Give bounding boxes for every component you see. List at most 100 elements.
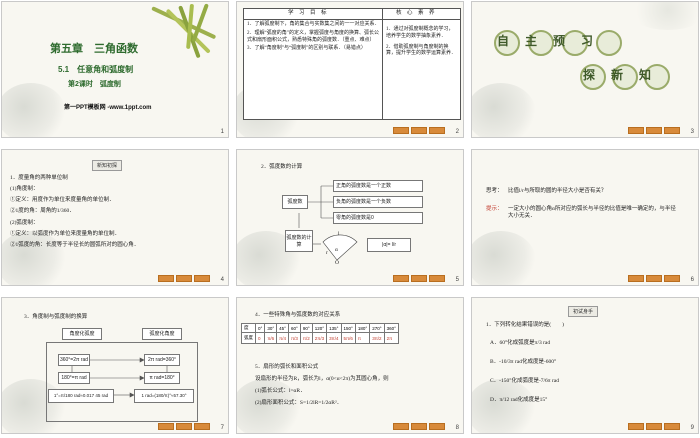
slide-number: 5 [455, 277, 459, 283]
sector-heading: 5．扇形的弧长和面积公式 [255, 364, 319, 370]
radian-box: 弧度数 [282, 195, 308, 209]
ink-wash-decoration [472, 379, 536, 433]
radian-row: 弧度 0 π/6 π/4 π/3 π/2 2π/3 3π/4 5π/6 π 3π… [241, 332, 399, 344]
positive-angle-box: 正角的弧度数是一个正数 [333, 180, 423, 192]
ink-wash-decoration [472, 231, 536, 285]
row-1-right: 2π rad=360° [144, 354, 180, 366]
hint-text: 一定大小的圆心角α所对应的弧长与半径的比值是唯一确定的，与半径大小无关． [508, 206, 676, 220]
rad-cell: 5π/6 [340, 332, 356, 344]
option-d: D．π/12 rad化成度是15° [490, 397, 548, 403]
sector-area-formula: (2)扇形面积公式：S=1/2lR=1/2αR²． [255, 400, 343, 406]
slide-2[interactable]: 学 习 目 标 核 心 素 养 1．了解弧度制下，角的集合与实数集之间的一一对应… [236, 1, 464, 138]
question: 1．下列转化结果错误的是( ) [486, 322, 564, 328]
literacy-col: 1．通过对弧度制概念的学习，培养学生的数学抽象素养． 2．借助弧度制与角度制的换… [386, 27, 456, 58]
nav-buttons[interactable] [158, 275, 210, 282]
slide-3[interactable]: 自 主 预 习 探 新 知 3 [471, 1, 699, 138]
slide-4[interactable]: 新知初探 1．度量角的两种单位制 (1)角度制： ①定义：用度作为单位来度量角的… [1, 149, 229, 286]
rad-cell: π/3 [288, 332, 301, 344]
deg-cell: 270° [369, 323, 385, 333]
nav-buttons[interactable] [628, 275, 680, 282]
radius-label-r: r [326, 250, 328, 256]
deg-cell: 180° [354, 323, 371, 333]
slide-5[interactable]: 2．弧度数的计算 弧度数 弧度数的计算 正角的弧度数是一个正数 负角的弧度数是一… [236, 149, 464, 286]
col2-header: 核 心 素 养 [396, 10, 435, 16]
negative-angle-box: 负角的弧度数是一个负数 [333, 196, 423, 208]
slide-1[interactable]: 第五章 三角函数 5.1 任意角和弧度制 第2课时 弧度制 第一PPT模板网 -… [1, 1, 229, 138]
rad-cell: π [354, 332, 371, 344]
slide-number: 2 [455, 129, 459, 135]
literacy-2: 2．借助弧度制与角度制的换算，提升学生的数学运算素养． [386, 44, 457, 57]
rad-label: 弧度 [241, 332, 256, 344]
line-6: ①定义：以弧度作为单位来度量角的单位制． [10, 231, 121, 237]
deg-cell: 360° [383, 323, 399, 333]
center-label-o: O [335, 260, 339, 266]
line-2: (1)角度制： [10, 186, 39, 192]
deg-cell: 45° [276, 323, 290, 333]
row-3-right: 1 rad=(180/π)°≈57.30° [134, 389, 194, 403]
nav-buttons[interactable] [628, 127, 680, 134]
slide-number: 9 [690, 425, 694, 431]
slide-9[interactable]: 初试身手 1．下列转化结果错误的是( ) A．60°化成弧度是π/3 rad B… [471, 297, 699, 434]
goal-1: 1．了解弧度制下，角的集合与实数集之间的一一对应关系． [247, 22, 380, 27]
think-label: 思考： [486, 188, 503, 194]
deg-cell: 30° [264, 323, 278, 333]
zero-angle-box: 零角的弧度数是0 [333, 212, 423, 224]
subsection-title: 第2课时 弧度制 [68, 81, 121, 88]
literacy-1: 1．通过对弧度制概念的学习，培养学生的数学抽象素养． [386, 27, 454, 39]
line-1: 1．度量角的两种单位制 [10, 175, 68, 181]
sector-setup: 设扇形的半径为R，弧长为l，α(0<α<2π)为其圆心角，则 [255, 376, 389, 382]
option-c: C．-150°化成弧度是-7/6π rad [490, 378, 559, 384]
nav-buttons[interactable] [393, 127, 445, 134]
rad-cell: 3π/2 [369, 332, 385, 344]
line-4: ②1度的角：周角的1/360． [10, 208, 75, 214]
line-7: ②1弧度的角：长度等于半径长的圆弧所对的圆心角． [10, 242, 140, 248]
slide-number: 3 [690, 129, 694, 135]
nav-buttons[interactable] [393, 423, 445, 430]
arrow-lines [71, 357, 168, 398]
slide-number: 6 [690, 277, 694, 283]
ink-wash-decoration [628, 2, 698, 30]
slide-7[interactable]: 3．角度制与弧度制的换算 角度化弧度 弧度化角度 360°=2π rad 2π … [1, 297, 229, 434]
hint-label: 提示： [486, 206, 503, 212]
nav-buttons[interactable] [158, 423, 210, 430]
ink-wash-decoration [2, 83, 66, 137]
explore-title: 探 新 知 [583, 68, 654, 82]
sector-shape [322, 234, 358, 261]
think-text: 比值l/r与所取的圆的半径大小是否有关？ [508, 188, 607, 194]
rad-cell: π/6 [264, 332, 278, 344]
line-5: (2)弧度制： [10, 220, 39, 226]
deg-cell: 60° [288, 323, 301, 333]
degree-row: 度 0° 30° 45° 60° 90° 120° 135° 150° 180°… [241, 323, 399, 333]
line-3: ①定义：用度作为单位来度量角的单位制． [10, 197, 115, 203]
formula-box: |α|= l/r [367, 238, 411, 252]
rad-cell: 2π/3 [311, 332, 328, 344]
nav-buttons[interactable] [393, 275, 445, 282]
deg-cell: 135° [326, 323, 342, 333]
goal-2: 2．理解“弧度的角”的定义，掌握弧度与角度的换算、弧长公式和扇形面积公式，熟悉特… [247, 30, 379, 43]
arc-length-formula: (1)弧长公式：l=αR． [255, 388, 306, 394]
goal-3: 3．了解“角度制”与“弧度制”的区别与联系．（易错点） [247, 46, 366, 52]
deg-cell: 90° [299, 323, 313, 333]
row-2-left: 180°=π rad [58, 372, 90, 384]
section-tag: 新知初探 [92, 160, 123, 171]
slide-number: 7 [220, 425, 224, 431]
special-angle-table: 度 0° 30° 45° 60° 90° 120° 135° 150° 180°… [241, 323, 399, 344]
slide-number: 8 [455, 425, 459, 431]
nav-buttons[interactable] [628, 423, 680, 430]
angle-label-alpha: α [335, 247, 338, 253]
chapter-title: 第五章 三角函数 [50, 43, 138, 55]
deg-cell: 120° [311, 323, 328, 333]
slide-6[interactable]: 思考： 比值l/r与所取的圆的半径大小是否有关？ 提示： 一定大小的圆心角α所对… [471, 149, 699, 286]
slide-number: 4 [220, 277, 224, 283]
radian-calc-box: 弧度数的计算 [285, 230, 313, 252]
row-3-left: 1°=π/180 rad≈0.017 45 rad [48, 389, 114, 403]
brand-text: 第一PPT模板网 -www.1ppt.com [64, 105, 152, 111]
deg-cell: 0° [254, 323, 266, 333]
slide-8[interactable]: 4．一些特殊角与弧度数的对应关系 度 0° 30° 45° 60° 90° 12… [236, 297, 464, 434]
option-b: B．-10/3π rad化成度是-600° [490, 359, 557, 365]
col1-header: 学 习 目 标 [288, 10, 327, 16]
rad-cell: 2π [383, 332, 399, 344]
slide-number: 1 [220, 129, 224, 135]
rad-cell: 3π/4 [326, 332, 342, 344]
rad-cell: 0 [254, 332, 266, 344]
